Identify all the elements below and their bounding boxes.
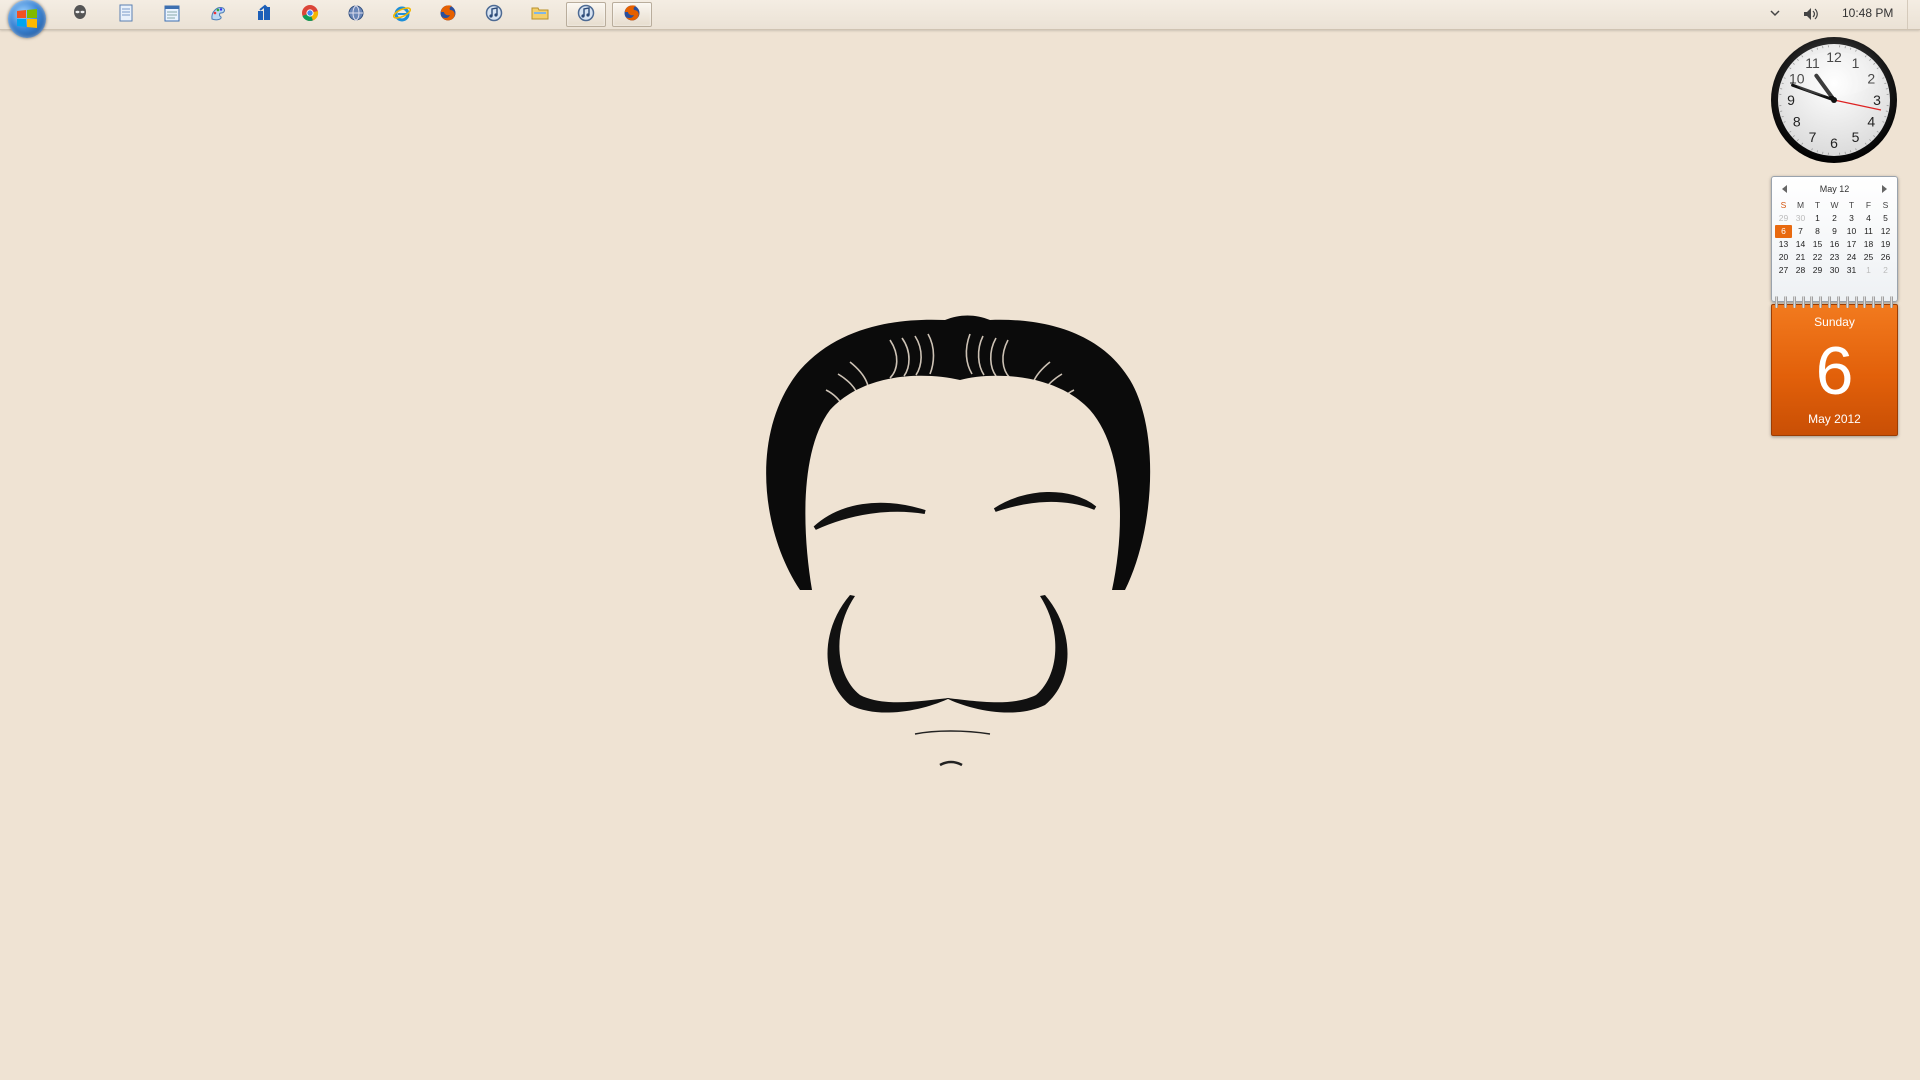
taskbar-app-12[interactable] xyxy=(612,2,652,27)
calendar-month-header[interactable]: May 12 xyxy=(1772,184,1897,194)
calendar-day[interactable]: 16 xyxy=(1826,238,1843,251)
calendar-day[interactable]: 15 xyxy=(1809,238,1826,251)
windows-logo-icon xyxy=(17,9,37,28)
calendar-day[interactable]: 25 xyxy=(1860,251,1877,264)
desktop[interactable]: 10:48 PM 12 1 2 3 4 5 6 7 8 9 10 11 May … xyxy=(0,0,1920,1080)
calendar-day[interactable]: 30 xyxy=(1792,212,1809,225)
calendar-day[interactable]: 27 xyxy=(1775,264,1792,277)
taskbar-app-9[interactable] xyxy=(474,2,514,27)
firefox-icon xyxy=(623,4,641,26)
blue-app-icon xyxy=(255,4,273,26)
taskbar-app-10[interactable] xyxy=(520,2,560,27)
itunes-icon xyxy=(485,4,503,26)
calendar-weekday: T xyxy=(1848,200,1855,210)
calendar-day[interactable]: 24 xyxy=(1843,251,1860,264)
calendar-weekday: F xyxy=(1865,200,1872,210)
calendar-day[interactable]: 1 xyxy=(1860,264,1877,277)
internet-explorer-icon xyxy=(392,4,412,26)
calendar-day[interactable]: 29 xyxy=(1775,212,1792,225)
taskbar-app-11[interactable] xyxy=(566,2,606,27)
calendar-day-name: Sunday xyxy=(1814,315,1855,329)
calendar-day[interactable]: 7 xyxy=(1792,225,1809,238)
itunes-icon xyxy=(577,4,595,26)
calendar-day[interactable]: 29 xyxy=(1809,264,1826,277)
document-icon xyxy=(118,4,134,26)
volume-icon[interactable] xyxy=(1802,6,1820,22)
taskbar-app-4[interactable] xyxy=(244,2,284,27)
calendar-day[interactable]: 12 xyxy=(1877,225,1894,238)
calendar-day[interactable]: 1 xyxy=(1809,212,1826,225)
calendar-weekday: S xyxy=(1882,200,1889,210)
start-button[interactable] xyxy=(8,0,46,38)
wallpaper-face-art xyxy=(766,315,1151,767)
calendar-grid: S M T W T F S 29 30 1 2 3 4 5 6 7 8 9 10 11 12 13 14 15 16 17 18 19… xyxy=(1775,199,1894,277)
globe-icon xyxy=(347,4,365,26)
clock-gadget[interactable]: 12 1234567891011 xyxy=(1770,36,1898,164)
calendar-weekday: T xyxy=(1814,200,1821,210)
calendar-day[interactable]: 31 xyxy=(1843,264,1860,277)
system-tray: 10:48 PM xyxy=(1740,0,1920,29)
calendar-day[interactable]: 9 xyxy=(1826,225,1843,238)
tray-clock[interactable]: 10:48 PM xyxy=(1842,6,1893,20)
calendar-day[interactable]: 23 xyxy=(1826,251,1843,264)
calendar-day[interactable]: 3 xyxy=(1843,212,1860,225)
taskbar-app-8[interactable] xyxy=(428,2,468,27)
calendar-weekday: W xyxy=(1830,200,1839,210)
folder-icon xyxy=(531,5,549,25)
calendar-day[interactable]: 28 xyxy=(1792,264,1809,277)
calendar-day[interactable]: 14 xyxy=(1792,238,1809,251)
firefox-icon xyxy=(439,4,457,26)
calendar-day[interactable]: 2 xyxy=(1877,264,1894,277)
calendar-day[interactable]: 11 xyxy=(1860,225,1877,238)
notepad-icon xyxy=(163,4,181,26)
calendar-day[interactable]: 10 xyxy=(1843,225,1860,238)
calendar-day[interactable]: 5 xyxy=(1877,212,1894,225)
taskbar-app-6[interactable] xyxy=(336,2,376,27)
calendar-day[interactable]: 26 xyxy=(1877,251,1894,264)
clock-number: 7 xyxy=(1809,129,1817,145)
calendar-day[interactable]: 18 xyxy=(1860,238,1877,251)
show-desktop-button[interactable] xyxy=(1907,0,1920,29)
taskbar-app-5[interactable] xyxy=(290,2,330,27)
taskbar-app-7[interactable] xyxy=(382,2,422,27)
calendar-day[interactable]: 19 xyxy=(1877,238,1894,251)
calendar-weekday: S xyxy=(1780,200,1787,210)
calendar-weekday: M xyxy=(1796,200,1805,210)
calendar-month-view: May 12 S M T W T F S 29 30 1 2 3 4 5 6 7 8 9 10 11 12 13 14 15 1… xyxy=(1771,176,1898,302)
calendar-day[interactable]: 2 xyxy=(1826,212,1843,225)
calendar-day[interactable]: 17 xyxy=(1843,238,1860,251)
calendar-day[interactable]: 4 xyxy=(1860,212,1877,225)
paint-icon xyxy=(209,4,227,26)
calendar-day[interactable]: 13 xyxy=(1775,238,1792,251)
calendar-month-year: May 2012 xyxy=(1808,412,1861,426)
calendar-next-month-icon[interactable] xyxy=(1882,185,1887,193)
alien-icon xyxy=(71,4,89,26)
calendar-day[interactable]: 8 xyxy=(1809,225,1826,238)
chrome-icon xyxy=(301,4,319,26)
calendar-day[interactable]: 30 xyxy=(1826,264,1843,277)
clock-number: 9 xyxy=(1787,92,1795,108)
calendar-day-number: 6 xyxy=(1815,333,1854,409)
calendar-day[interactable]: 22 xyxy=(1809,251,1826,264)
taskbar-app-1[interactable] xyxy=(106,2,146,27)
calendar-day-view[interactable]: Sunday 6 May 2012 xyxy=(1771,304,1898,436)
calendar-today[interactable]: 6 xyxy=(1775,225,1792,238)
clock-number: 6 xyxy=(1830,135,1838,151)
clock-number: 5 xyxy=(1852,129,1860,145)
calendar-gadget[interactable]: May 12 S M T W T F S 29 30 1 2 3 4 5 6 7 8 9 10 11 12 13 14 15 1… xyxy=(1771,176,1898,436)
taskbar-app-0[interactable] xyxy=(60,2,100,27)
calendar-day[interactable]: 20 xyxy=(1775,251,1792,264)
show-hidden-icons-icon[interactable] xyxy=(1770,8,1780,18)
taskbar-app-3[interactable] xyxy=(198,2,238,27)
calendar-day[interactable]: 21 xyxy=(1792,251,1809,264)
taskbar-app-2[interactable] xyxy=(152,2,192,27)
calendar-binding-rings xyxy=(1775,296,1893,308)
clock-number: 3 xyxy=(1873,92,1881,108)
taskbar: 10:48 PM xyxy=(0,0,1920,38)
clock-number: 8 xyxy=(1793,114,1801,130)
clock-number: 4 xyxy=(1867,114,1875,130)
